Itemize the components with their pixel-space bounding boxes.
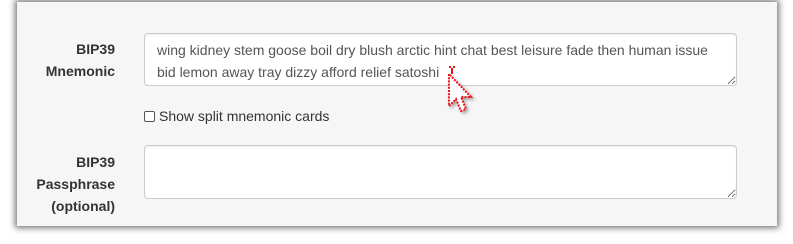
passphrase-label-line1: BIP39: [76, 154, 115, 170]
mnemonic-textarea[interactable]: wing kidney stem goose boil dry blush ar…: [144, 33, 737, 86]
passphrase-textarea[interactable]: [144, 145, 737, 199]
split-cards-checkbox[interactable]: [144, 110, 155, 122]
form-panel: BIP39 Mnemonic wing kidney stem goose bo…: [17, 2, 777, 226]
passphrase-label-line2: Passphrase: [36, 176, 115, 192]
split-cards-label: Show split mnemonic cards: [159, 108, 330, 124]
passphrase-label: BIP39 Passphrase (optional): [15, 151, 115, 217]
mnemonic-label: BIP39 Mnemonic: [15, 38, 115, 82]
passphrase-label-line3: (optional): [51, 198, 115, 214]
split-cards-option[interactable]: Show split mnemonic cards: [144, 108, 329, 124]
mnemonic-label-line1: BIP39: [76, 41, 115, 57]
mnemonic-label-line2: Mnemonic: [45, 63, 115, 79]
